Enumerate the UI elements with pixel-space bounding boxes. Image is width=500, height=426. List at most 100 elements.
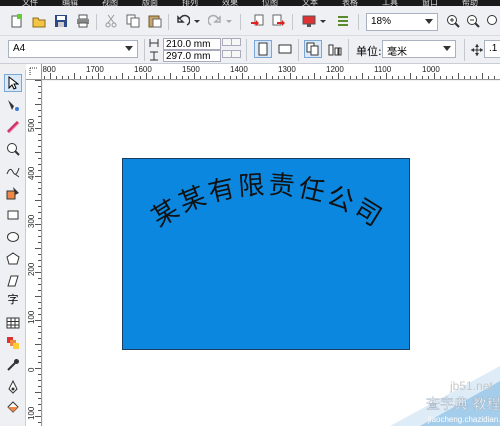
units-select[interactable]: 毫米 [382, 40, 456, 58]
property-bar: A4 210.0 mm 297.0 mm 单位: 毫米 .1 r [0, 36, 500, 64]
paste-icon[interactable] [146, 12, 164, 30]
ruler-tick [38, 362, 41, 363]
ruler-tick [38, 290, 41, 291]
current-page-icon[interactable] [326, 40, 344, 58]
zoom-in-icon[interactable] [444, 12, 462, 30]
ruler-origin-icon[interactable] [26, 64, 42, 80]
application-launcher-icon[interactable] [300, 12, 318, 30]
page-height-input[interactable]: 297.0 mm [163, 50, 221, 62]
menu-item[interactable]: 排列 [182, 0, 198, 7]
rectangle-tool-icon[interactable] [4, 206, 22, 224]
ruler-tick [446, 76, 447, 79]
ruler-tick [38, 170, 41, 171]
crop-tool-icon[interactable] [4, 118, 22, 136]
text-tool-icon[interactable]: 字 [4, 290, 22, 308]
copy-icon[interactable] [124, 12, 142, 30]
all-pages-icon[interactable] [304, 40, 322, 58]
blend-tool-icon[interactable] [4, 334, 22, 352]
open-icon[interactable] [30, 12, 48, 30]
page-width-input[interactable]: 210.0 mm [163, 38, 221, 50]
units-label: 单位: [356, 45, 382, 58]
zoom-level-select[interactable]: 18% [366, 13, 438, 31]
width-spin-down[interactable] [231, 38, 241, 46]
menu-item[interactable]: 帮助 [462, 0, 478, 7]
undo-icon[interactable] [174, 12, 192, 30]
ruler-tick [38, 398, 41, 399]
ruler-tick [428, 76, 429, 79]
zoom-tool-icon[interactable] [4, 140, 22, 158]
menu-item[interactable]: 窗口 [422, 0, 438, 7]
pick-tool-icon[interactable] [4, 74, 22, 92]
height-spin-down[interactable] [231, 50, 241, 58]
menu-item[interactable]: 位图 [262, 0, 278, 7]
ruler-tick [344, 76, 345, 79]
ruler-label: 1700 [86, 65, 104, 74]
ruler-tick [392, 76, 393, 79]
menu-item[interactable]: 视图 [102, 0, 118, 7]
menu-item[interactable]: 文本 [302, 0, 318, 7]
eyedropper-tool-icon[interactable] [4, 356, 22, 374]
ruler-tick [350, 76, 351, 79]
ellipse-tool-icon[interactable] [4, 228, 22, 246]
ruler-tick [308, 76, 309, 79]
arc-text-graphic[interactable]: 某某有限责任公司 [123, 159, 411, 351]
undo-dropdown-icon[interactable] [192, 12, 202, 30]
menu-item[interactable]: 效果 [222, 0, 238, 7]
units-value: 毫米 [387, 47, 407, 58]
redo-dropdown-icon[interactable] [224, 12, 234, 30]
drawing-canvas[interactable]: 某某有限责任公司 jb51.net 查字典 教程网 jiaocheng.chaz… [43, 81, 500, 426]
smart-fill-tool-icon[interactable] [4, 184, 22, 202]
vertical-ruler[interactable]: 500 400 300 200 100 0 100 [26, 80, 42, 426]
ruler-tick [38, 326, 41, 327]
ruler-tick [38, 374, 41, 375]
redo-icon[interactable] [206, 12, 224, 30]
zoom-level-value: 18% [371, 16, 392, 27]
zoom-extra-icon[interactable] [484, 12, 500, 30]
menu-item[interactable]: 编辑 [62, 0, 78, 7]
ruler-tick [44, 76, 45, 79]
watermark-site: jb51.net [449, 379, 493, 393]
ruler-tick [176, 76, 177, 79]
outline-tool-icon[interactable] [4, 378, 22, 396]
import-icon[interactable] [248, 12, 266, 30]
ruler-tick [266, 73, 267, 79]
site-watermark: jb51.net 查字典 教程网 jiaocheng.chazidian.com [390, 366, 500, 426]
ruler-tick [368, 76, 369, 79]
freehand-tool-icon[interactable] [4, 162, 22, 180]
ruler-tick [38, 308, 41, 309]
cut-icon[interactable] [102, 12, 120, 30]
ruler-label: 100 [27, 406, 36, 420]
ruler-label: 200 [27, 262, 36, 276]
blue-rectangle[interactable]: 某某有限责任公司 [122, 158, 410, 350]
watermark-url: jiaocheng.chazidian.com [427, 415, 500, 424]
menu-item[interactable]: 版面 [142, 0, 158, 7]
basic-shapes-tool-icon[interactable] [4, 272, 22, 290]
portrait-button[interactable] [254, 40, 272, 58]
chevron-down-icon [425, 19, 433, 24]
zoom-out-icon[interactable] [464, 12, 482, 30]
polygon-tool-icon[interactable] [4, 250, 22, 268]
ruler-tick [38, 194, 41, 195]
landscape-button[interactable] [276, 40, 294, 58]
menu-item[interactable]: 工具 [382, 0, 398, 7]
fill-tool-icon[interactable] [4, 398, 22, 416]
shape-tool-icon[interactable] [4, 96, 22, 114]
export-icon[interactable] [270, 12, 288, 30]
print-icon[interactable] [74, 12, 92, 30]
menu-item[interactable]: 表格 [342, 0, 358, 7]
horizontal-ruler[interactable]: 1800 1700 1600 1500 1400 1300 1200 1100 1000 [26, 64, 500, 80]
menu-item[interactable]: 文件 [22, 0, 38, 7]
paper-size-select[interactable]: A4 [8, 40, 138, 58]
ruler-tick [74, 73, 75, 79]
ruler-label: 1200 [326, 65, 344, 74]
ruler-tick [38, 122, 41, 123]
height-icon [148, 50, 160, 62]
launcher-dropdown-icon[interactable] [318, 12, 328, 30]
ruler-label: 500 [27, 118, 36, 132]
ruler-tick [410, 73, 411, 79]
welcome-screen-icon[interactable] [334, 12, 352, 30]
nudge-distance-input[interactable]: .1 r [484, 40, 500, 58]
new-document-icon[interactable] [8, 12, 26, 30]
table-tool-icon[interactable] [4, 314, 22, 332]
save-icon[interactable] [52, 12, 70, 30]
